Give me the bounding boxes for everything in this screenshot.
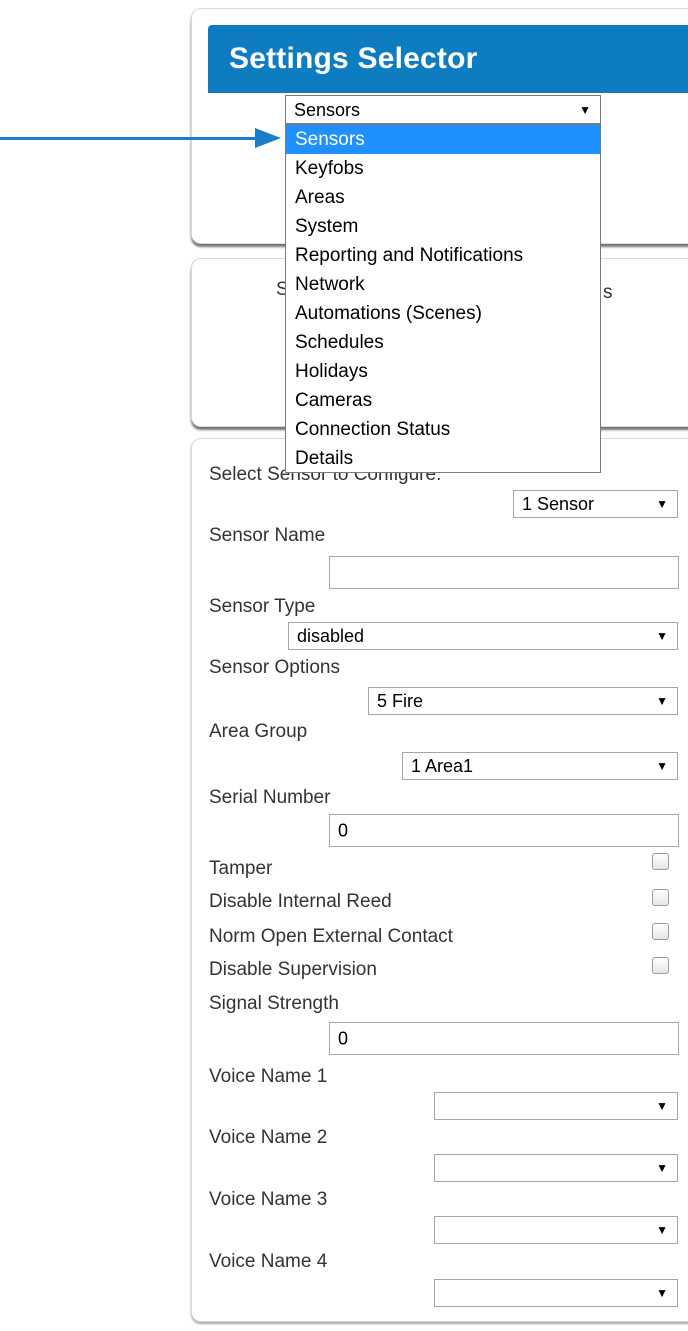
disable-supervision-checkbox[interactable] — [652, 957, 669, 974]
dropdown-option-cameras[interactable]: Cameras — [286, 386, 600, 415]
sensor-name-label: Sensor Name — [209, 525, 326, 546]
dropdown-option-holidays[interactable]: Holidays — [286, 357, 600, 386]
caret-down-icon: ▼ — [656, 1099, 668, 1113]
voice-name-3-select[interactable]: ▼ — [434, 1216, 678, 1244]
caret-down-icon: ▼ — [579, 102, 591, 117]
caret-down-icon: ▼ — [656, 497, 668, 511]
voice-name-4-label: Voice Name 4 — [209, 1251, 328, 1272]
pointer-arrow-shaft — [0, 137, 258, 140]
voice-name-2-select[interactable]: ▼ — [434, 1154, 678, 1182]
sensor-select[interactable]: 1 Sensor ▼ — [513, 490, 678, 518]
sensor-options-select[interactable]: 5 Fire ▼ — [368, 687, 678, 715]
sensor-type-label: Sensor Type — [209, 596, 316, 617]
disable-internal-reed-checkbox[interactable] — [652, 889, 669, 906]
dropdown-option-automations[interactable]: Automations (Scenes) — [286, 299, 600, 328]
dropdown-option-connection-status[interactable]: Connection Status — [286, 415, 600, 444]
voice-name-1-select[interactable]: ▼ — [434, 1092, 678, 1120]
norm-open-external-contact-checkbox[interactable] — [652, 923, 669, 940]
caret-down-icon: ▼ — [656, 694, 668, 708]
area-group-select[interactable]: 1 Area1 ▼ — [402, 752, 678, 780]
voice-name-3-label: Voice Name 3 — [209, 1189, 328, 1210]
disable-supervision-label: Disable Supervision — [209, 959, 377, 980]
area-group-label: Area Group — [209, 721, 308, 742]
area-group-value: 1 Area1 — [411, 756, 474, 776]
dropdown-option-schedules[interactable]: Schedules — [286, 328, 600, 357]
sensor-options-value: 5 Fire — [377, 691, 424, 711]
signal-strength-value: 0 — [338, 1028, 349, 1048]
settings-selector-title: Settings Selector — [208, 25, 688, 93]
sensor-select-value: 1 Sensor — [522, 494, 595, 514]
sensor-type-value: disabled — [297, 626, 365, 646]
settings-category-value: Sensors — [294, 99, 361, 120]
dropdown-option-details[interactable]: Details — [286, 444, 600, 473]
disable-internal-reed-label: Disable Internal Reed — [209, 891, 392, 912]
dropdown-option-sensors[interactable]: Sensors — [286, 125, 600, 154]
caret-down-icon: ▼ — [656, 759, 668, 773]
sensor-options-label: Sensor Options — [209, 657, 340, 678]
dropdown-option-keyfobs[interactable]: Keyfobs — [286, 154, 600, 183]
tamper-checkbox[interactable] — [652, 853, 669, 870]
tamper-label: Tamper — [209, 858, 273, 879]
serial-number-value: 0 — [338, 820, 349, 840]
signal-strength-label: Signal Strength — [209, 993, 339, 1014]
serial-number-input[interactable]: 0 — [329, 814, 679, 847]
dropdown-option-reporting[interactable]: Reporting and Notifications — [286, 241, 600, 270]
voice-name-4-select[interactable]: ▼ — [434, 1279, 678, 1307]
serial-number-label: Serial Number — [209, 787, 331, 808]
settings-category-select[interactable]: Sensors ▼ — [285, 95, 601, 124]
signal-strength-input[interactable]: 0 — [329, 1022, 679, 1055]
dropdown-option-areas[interactable]: Areas — [286, 183, 600, 212]
sensor-type-select[interactable]: disabled ▼ — [288, 622, 678, 650]
settings-category-dropdown[interactable]: Sensors Keyfobs Areas System Reporting a… — [285, 124, 601, 473]
panel2-peek-right-text: s — [603, 282, 613, 303]
caret-down-icon: ▼ — [656, 1223, 668, 1237]
dropdown-option-network[interactable]: Network — [286, 270, 600, 299]
norm-open-external-contact-label: Norm Open External Contact — [209, 926, 453, 947]
dropdown-option-system[interactable]: System — [286, 212, 600, 241]
caret-down-icon: ▼ — [656, 629, 668, 643]
arrow-right-icon — [255, 128, 281, 148]
caret-down-icon: ▼ — [656, 1161, 668, 1175]
voice-name-1-label: Voice Name 1 — [209, 1066, 328, 1087]
caret-down-icon: ▼ — [656, 1286, 668, 1300]
voice-name-2-label: Voice Name 2 — [209, 1127, 328, 1148]
sensor-name-input[interactable] — [329, 556, 679, 589]
